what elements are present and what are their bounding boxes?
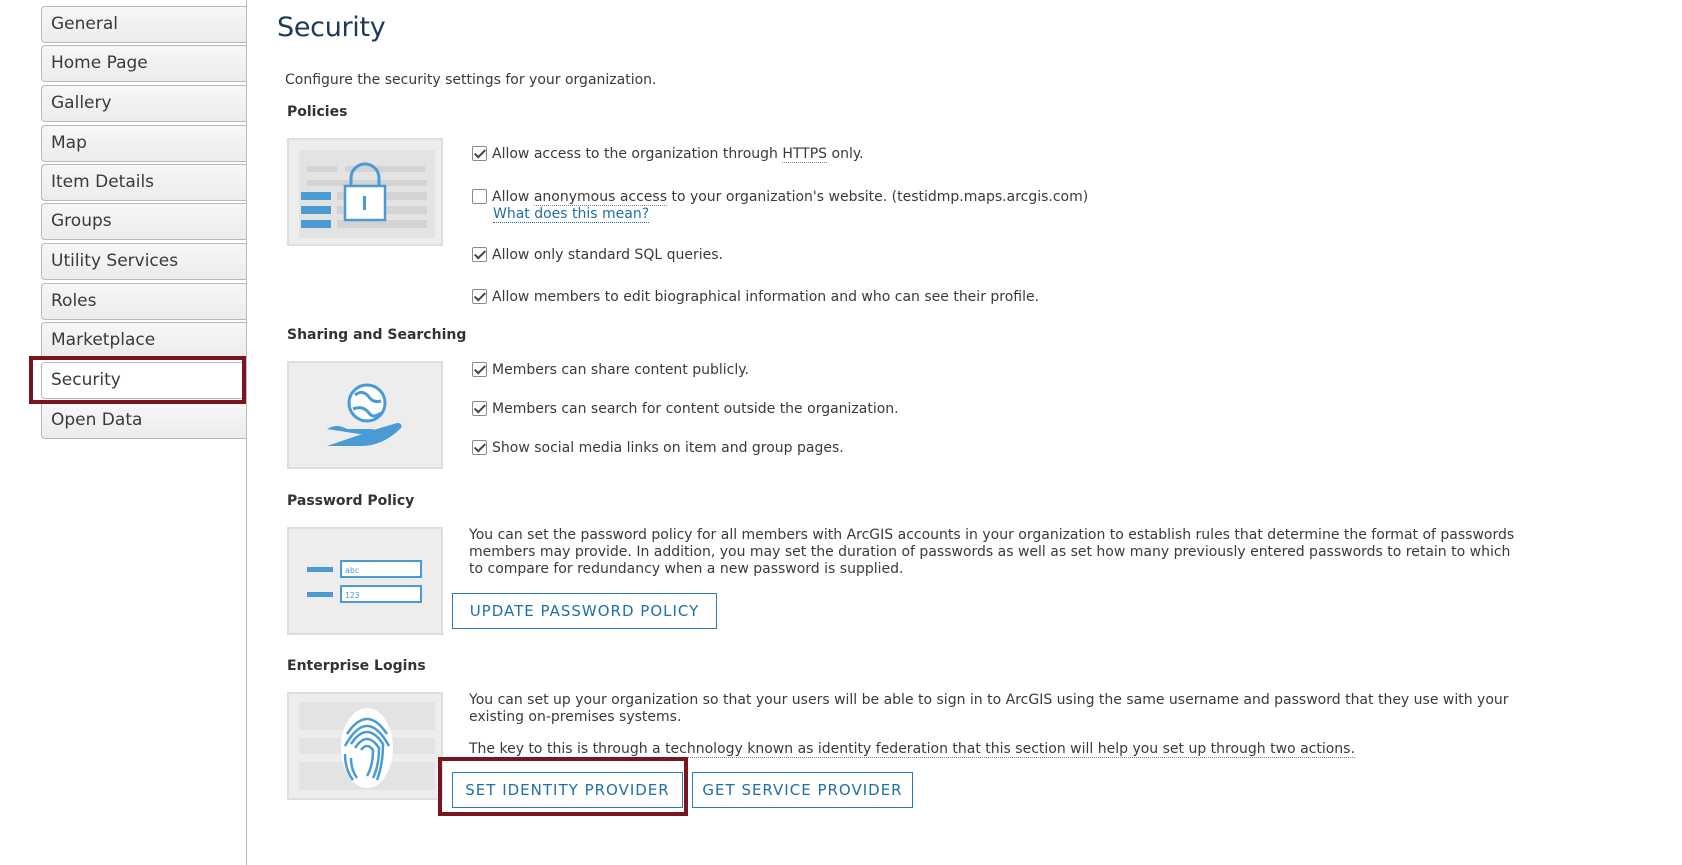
- social-links-label: Show social media links on item and grou…: [492, 440, 844, 456]
- anonymous-access-checkbox[interactable]: [472, 189, 487, 204]
- password-illustration: abc 123: [287, 527, 443, 635]
- anonymous-label: Allow: [492, 189, 534, 205]
- illus-field2-text: 123: [345, 591, 360, 600]
- search-outside-checkbox[interactable]: [472, 401, 487, 416]
- globe-hand-icon: [327, 383, 402, 446]
- sidebar-item-utility-services[interactable]: Utility Services: [41, 243, 247, 280]
- edit-bio-checkbox[interactable]: [472, 289, 487, 304]
- sidebar-item-groups[interactable]: Groups: [41, 203, 247, 240]
- sidebar-item-roles[interactable]: Roles: [41, 283, 247, 320]
- share-public-option: Members can share content publicly.: [472, 362, 749, 378]
- https-term: HTTPS: [782, 146, 828, 163]
- illus-field1-text: abc: [345, 566, 360, 575]
- settings-sidebar: General Home Page Gallery Map Item Detai…: [0, 0, 248, 865]
- password-description: You can set the password policy for all …: [469, 527, 1515, 577]
- sharing-illustration: [287, 361, 443, 469]
- https-option: Allow access to the organization through…: [472, 146, 864, 163]
- sidebar-item-gallery[interactable]: Gallery: [41, 85, 247, 122]
- set-identity-provider-button[interactable]: SET IDENTITY PROVIDER: [452, 772, 683, 808]
- policies-illustration: [287, 138, 443, 246]
- share-public-checkbox[interactable]: [472, 362, 487, 377]
- sql-option: Allow only standard SQL queries.: [472, 247, 723, 263]
- bio-option: Allow members to edit biographical infor…: [472, 289, 1039, 305]
- enterprise-description: You can set up your organization so that…: [469, 692, 1509, 725]
- enterprise-heading: Enterprise Logins: [287, 658, 426, 674]
- anonymous-term: anonymous access: [533, 189, 667, 206]
- lock-icon: [299, 150, 435, 238]
- social-links-checkbox[interactable]: [472, 440, 487, 455]
- share-public-label: Members can share content publicly.: [492, 362, 749, 378]
- enterprise-illustration: [287, 692, 443, 800]
- page-title: Security: [277, 12, 386, 43]
- anonymous-label-suffix: to your organization's website. (testidm…: [667, 189, 1089, 205]
- policies-heading: Policies: [287, 104, 348, 120]
- update-password-policy-button[interactable]: UPDATE PASSWORD POLICY: [452, 593, 717, 629]
- social-links-option: Show social media links on item and grou…: [472, 440, 844, 456]
- https-label: Allow access to the organization through: [492, 146, 783, 162]
- sidebar-item-general[interactable]: General: [41, 6, 247, 43]
- password-heading: Password Policy: [287, 493, 415, 509]
- password-fields-icon: abc 123: [307, 560, 422, 603]
- enterprise-note: The key to this is through a technology …: [469, 741, 1519, 758]
- what-does-this-mean-link[interactable]: What does this mean?: [493, 206, 650, 223]
- sidebar-divider: [246, 0, 247, 865]
- https-label-suffix: only.: [827, 146, 864, 162]
- sql-label: Allow only standard SQL queries.: [492, 247, 723, 263]
- sidebar-item-open-data[interactable]: Open Data: [41, 402, 247, 439]
- anonymous-option: Allow anonymous access to your organizat…: [472, 189, 1089, 206]
- sidebar-item-item-details[interactable]: Item Details: [41, 164, 247, 201]
- https-checkbox[interactable]: [472, 146, 487, 161]
- standard-sql-checkbox[interactable]: [472, 247, 487, 262]
- sidebar-item-security[interactable]: Security: [41, 362, 247, 399]
- sidebar-item-marketplace[interactable]: Marketplace: [41, 322, 247, 359]
- search-outside-option: Members can search for content outside t…: [472, 401, 899, 417]
- get-service-provider-button[interactable]: GET SERVICE PROVIDER: [692, 772, 913, 808]
- enterprise-note-text: The key to this is through a technology …: [469, 741, 1355, 758]
- sidebar-item-home-page[interactable]: Home Page: [41, 45, 247, 82]
- intro-text: Configure the security settings for your…: [285, 72, 657, 88]
- fingerprint-icon: [299, 702, 435, 790]
- sidebar-item-map[interactable]: Map: [41, 125, 247, 162]
- bio-label: Allow members to edit biographical infor…: [492, 289, 1040, 305]
- search-outside-label: Members can search for content outside t…: [492, 401, 899, 417]
- sharing-heading: Sharing and Searching: [287, 327, 467, 343]
